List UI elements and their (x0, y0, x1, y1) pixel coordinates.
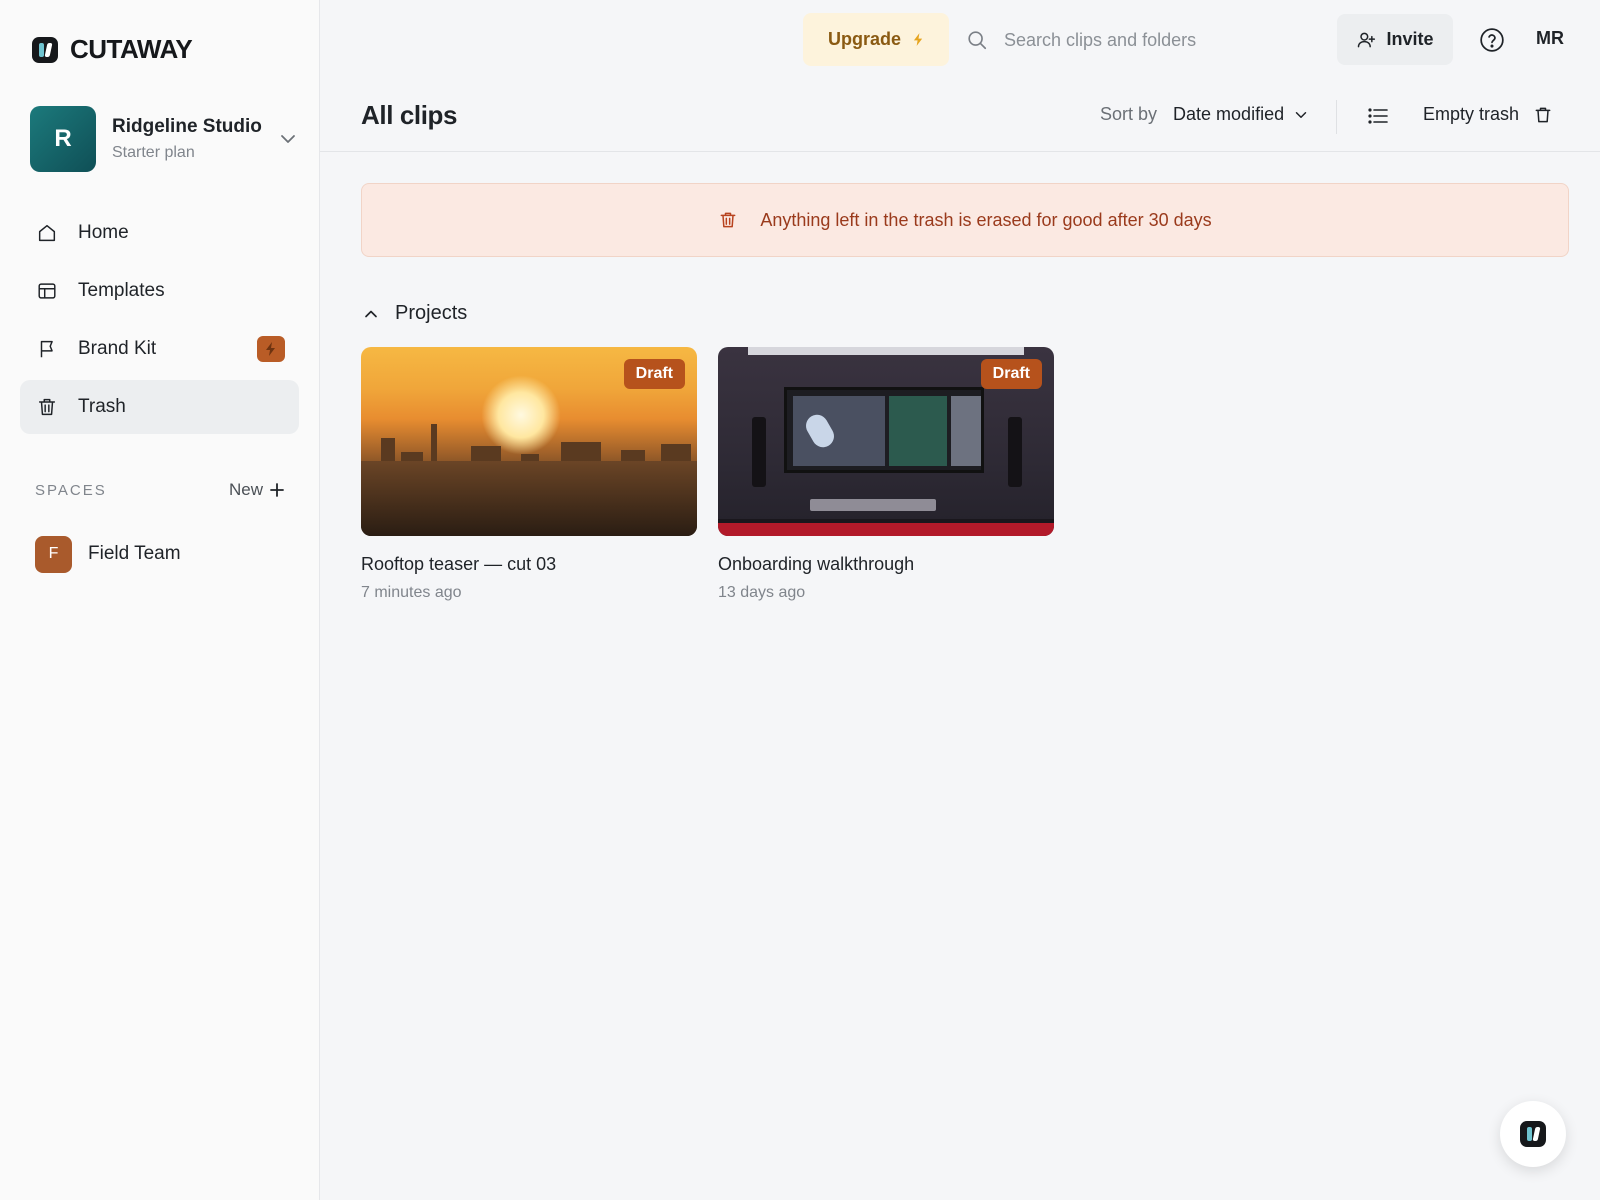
trash-retention-banner: Anything left in the trash is erased for… (361, 183, 1569, 257)
app-logo[interactable]: CUTAWAY (32, 34, 193, 65)
sidebar-item-label: Templates (78, 280, 165, 301)
search-input[interactable] (1004, 29, 1304, 51)
app-assistant-button[interactable] (1500, 1101, 1566, 1167)
sidebar: CUTAWAY R Ridgeline Studio Starter plan … (0, 0, 320, 1200)
sidebar-nav: Home Templates Brand Kit Trash (20, 206, 299, 438)
plus-icon (270, 483, 284, 497)
sidebar-item-brand-kit[interactable]: Brand Kit (20, 322, 299, 376)
project-title: Onboarding walkthrough (718, 554, 915, 574)
chevron-up-icon (365, 310, 377, 317)
sort-label: Sort by (1100, 104, 1158, 124)
flag-icon (40, 340, 53, 358)
sort-value: Date modified (1173, 104, 1285, 124)
project-card[interactable]: Draft Rooftop teaser — cut 03 7 minutes … (361, 347, 697, 602)
upgrade-label: Upgrade (827, 29, 901, 49)
invite-button[interactable]: Invite (1337, 14, 1453, 65)
project-thumbnail: Draft (718, 347, 1054, 536)
new-space-button[interactable]: New (229, 480, 285, 500)
chevron-down-icon (281, 135, 295, 143)
list-view-icon[interactable] (1366, 104, 1390, 128)
page-title: All clips (361, 100, 458, 130)
chevron-down-icon (1295, 111, 1307, 118)
spaces-header: SPACES New (35, 480, 285, 500)
header-divider (320, 151, 1600, 152)
logo-mark-icon (1520, 1121, 1546, 1147)
add-user-icon (1358, 32, 1376, 47)
sidebar-item-label: Trash (78, 396, 126, 417)
sort-control: Sort by Date modified (1100, 104, 1310, 125)
empty-trash-button[interactable]: Empty trash (1423, 104, 1553, 125)
trash-icon (720, 212, 736, 228)
sidebar-item-templates[interactable]: Templates (20, 264, 299, 318)
project-modified: 13 days ago (718, 584, 806, 601)
upgrade-button[interactable]: Upgrade (803, 13, 949, 66)
search-bar (966, 20, 1316, 60)
invite-label: Invite (1386, 29, 1434, 49)
space-name: Field Team (88, 543, 181, 564)
brand-kit-upgrade-badge (257, 336, 285, 362)
workspace-plan: Starter plan (112, 144, 195, 161)
trash-icon (38, 398, 56, 416)
help-icon[interactable] (1479, 27, 1505, 53)
sidebar-item-home[interactable]: Home (20, 206, 299, 260)
sidebar-item-trash[interactable]: Trash (20, 380, 299, 434)
home-icon (38, 224, 56, 242)
workspace-switcher[interactable]: R Ridgeline Studio Starter plan (30, 106, 300, 172)
space-item-field-team[interactable]: F Field Team (35, 535, 285, 573)
sidebar-item-label: Home (78, 222, 129, 243)
section-label: Projects (395, 302, 468, 324)
banner-text: Anything left in the trash is erased for… (760, 209, 1212, 230)
templates-icon (38, 283, 56, 299)
sidebar-item-label: Brand Kit (78, 338, 157, 359)
project-title: Rooftop teaser — cut 03 (361, 554, 557, 574)
toolbar-divider (1336, 100, 1337, 134)
project-card[interactable]: Draft Onboarding walkthrough 13 days ago (718, 347, 1054, 602)
search-icon (968, 31, 987, 50)
lightning-icon (913, 33, 923, 46)
projects-section-toggle[interactable]: Projects (361, 302, 467, 325)
space-avatar: F (35, 535, 72, 573)
workspace-avatar: R (30, 106, 96, 172)
project-modified: 7 minutes ago (361, 584, 462, 601)
app-name: CUTAWAY (70, 34, 193, 64)
trash-icon (1535, 107, 1551, 122)
draft-badge: Draft (980, 359, 1042, 389)
workspace-name: Ridgeline Studio (112, 116, 262, 137)
sort-dropdown[interactable]: Date modified (1173, 104, 1310, 125)
new-space-label: New (228, 480, 263, 499)
user-menu[interactable]: MR (1536, 28, 1564, 49)
draft-badge: Draft (623, 359, 685, 389)
empty-trash-label: Empty trash (1423, 104, 1520, 124)
lightning-icon (266, 342, 275, 356)
project-thumbnail: Draft (361, 347, 697, 536)
logo-mark-icon (32, 36, 58, 63)
spaces-title: SPACES (35, 481, 107, 499)
